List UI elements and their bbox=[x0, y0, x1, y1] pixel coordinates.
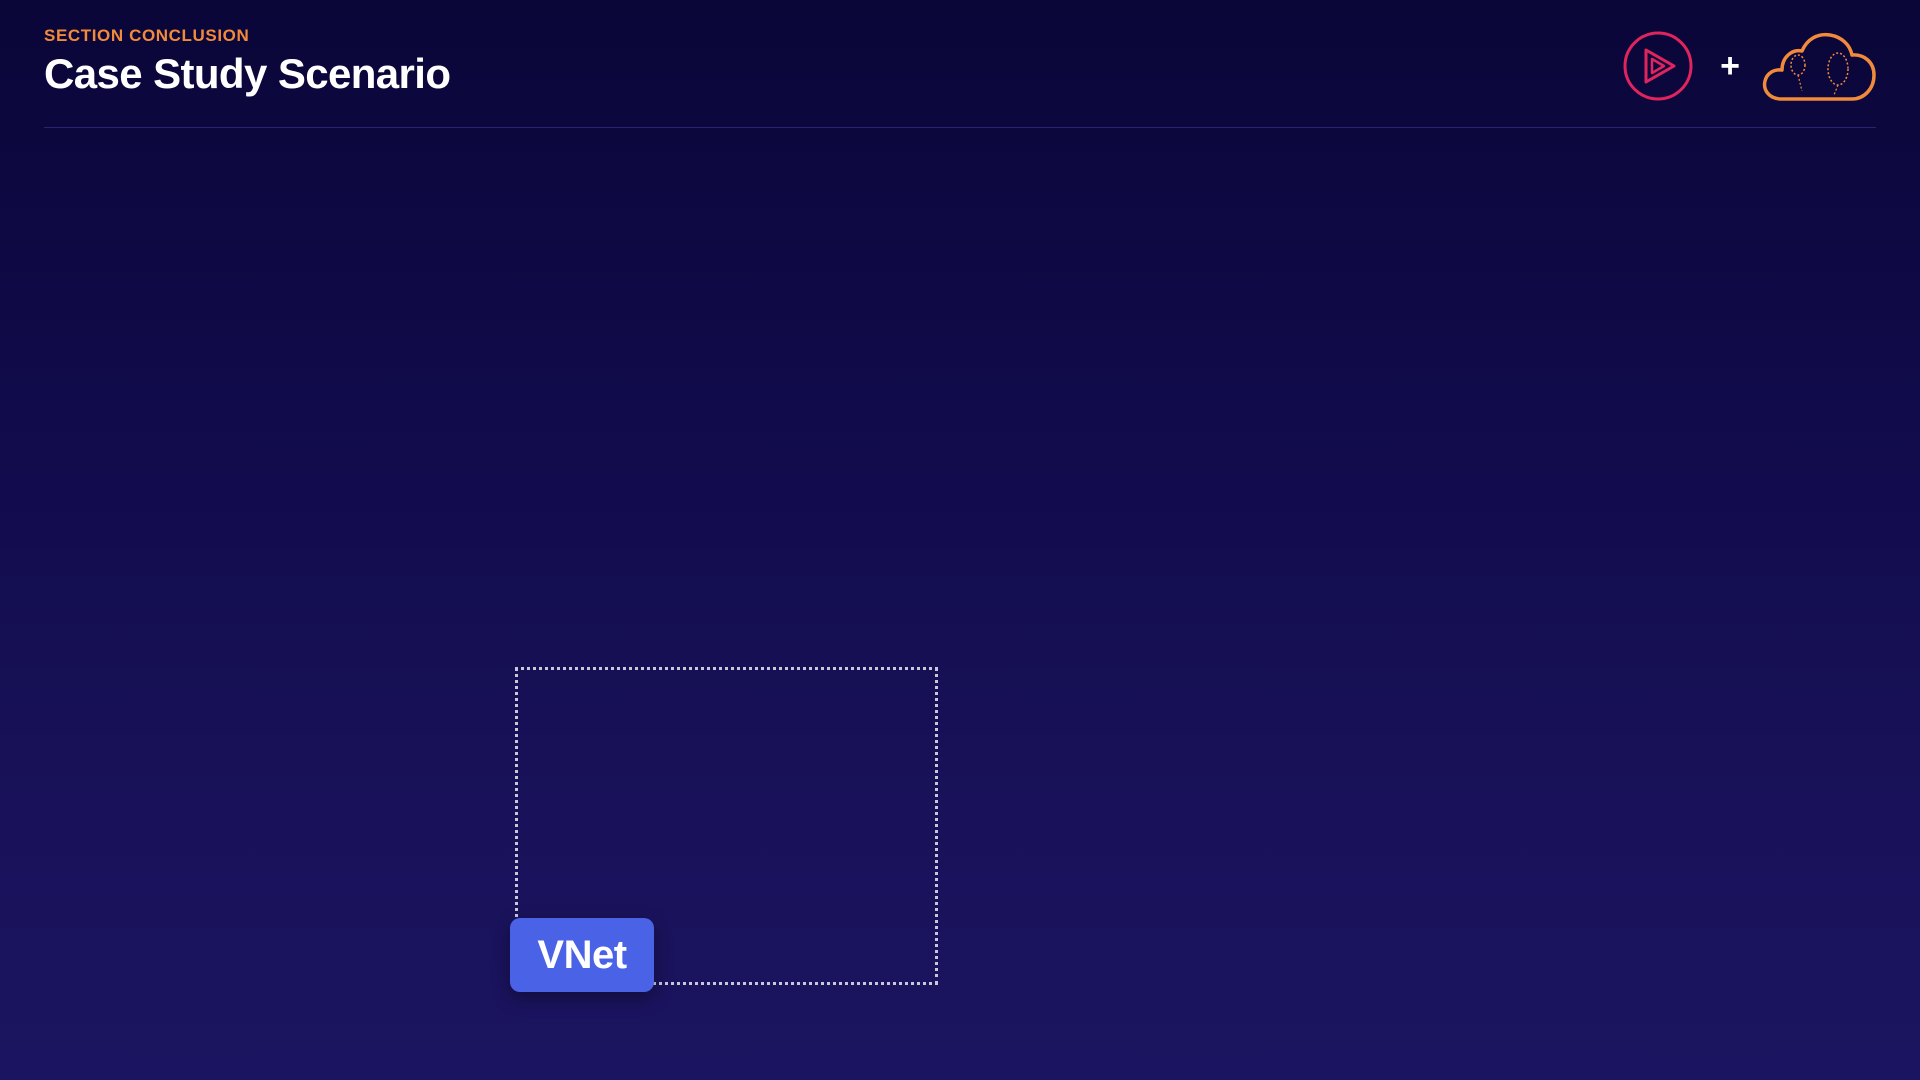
pluralsight-play-icon bbox=[1623, 31, 1693, 101]
slide-title: Case Study Scenario bbox=[44, 50, 451, 97]
vnet-label: VNet bbox=[510, 918, 654, 992]
section-eyebrow: SECTION CONCLUSION bbox=[44, 26, 250, 45]
header-divider bbox=[44, 127, 1876, 128]
slide-header: SECTION CONCLUSION Case Study Scenario bbox=[44, 26, 451, 98]
plus-sign: + bbox=[1720, 47, 1740, 85]
cloud-balloons-icon bbox=[1762, 32, 1876, 101]
brand-logos: + bbox=[1622, 28, 1878, 104]
